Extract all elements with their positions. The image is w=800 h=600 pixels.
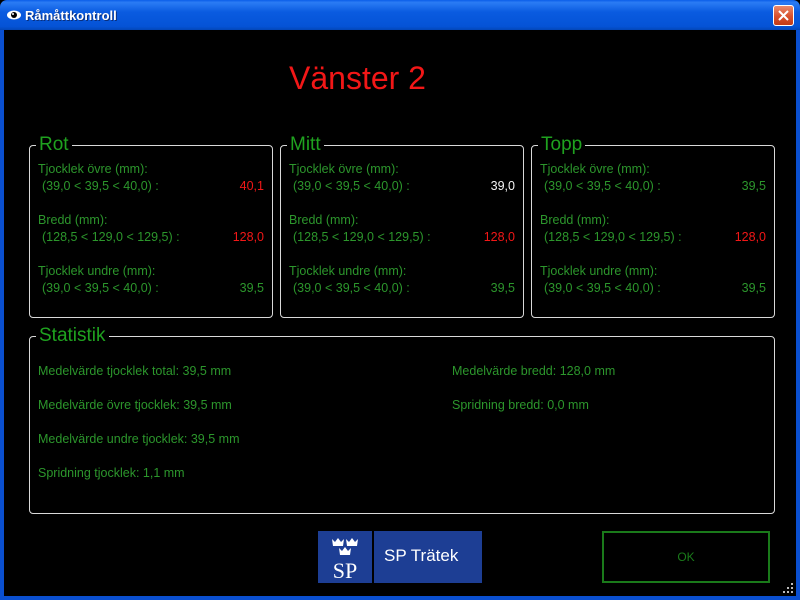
crest-text: SP: [333, 558, 357, 583]
field-value: 39,0: [490, 179, 515, 193]
section-legend: Rot: [36, 135, 72, 155]
window-frame-bottom: [0, 596, 800, 600]
field-value: 128,0: [483, 230, 515, 244]
close-icon: [778, 10, 789, 21]
field-label: Bredd (mm):: [289, 213, 359, 227]
field-label: Bredd (mm):: [540, 213, 610, 227]
client-area: Vänster 2 Rot Tjocklek övre (mm): (39,0 …: [4, 30, 796, 596]
field-value: 39,5: [741, 179, 766, 193]
section-rot: Rot Tjocklek övre (mm): (39,0 < 39,5 < 4…: [29, 135, 273, 318]
field-label: Tjocklek övre (mm):: [289, 162, 399, 176]
field-range: (39,0 < 39,5 < 40,0) :: [293, 179, 410, 193]
stat-mean-thickness-total: Medelvärde tjocklek total: 39,5 mm: [38, 364, 232, 378]
stat-mean-upper-thickness: Medelvärde övre tjocklek: 39,5 mm: [38, 398, 232, 412]
close-button[interactable]: [773, 5, 794, 26]
field-label: Tjocklek övre (mm):: [540, 162, 650, 176]
ok-button[interactable]: OK: [602, 531, 770, 583]
section-legend: Statistik: [36, 326, 109, 346]
field-value: 39,5: [239, 281, 264, 295]
field-label: Tjocklek undre (mm):: [540, 264, 658, 278]
logo-name: SP Trätek: [384, 546, 459, 565]
field-label: Tjocklek övre (mm):: [38, 162, 148, 176]
field-range: (128,5 < 129,0 < 129,5) :: [42, 230, 180, 244]
stat-spread-thickness: Spridning tjocklek: 1,1 mm: [38, 466, 185, 480]
field-label: Tjocklek undre (mm):: [38, 264, 156, 278]
field-value: 39,5: [490, 281, 515, 295]
field-value: 39,5: [741, 281, 766, 295]
field-value: 40,1: [239, 179, 264, 193]
sp-tratek-logo: SP SP Trätek: [318, 531, 482, 583]
field-range: (39,0 < 39,5 < 40,0) :: [42, 281, 159, 295]
page-title: Vänster 2: [289, 60, 426, 96]
field-label: Tjocklek undre (mm):: [289, 264, 407, 278]
logo-divider: [372, 531, 374, 583]
field-value: 128,0: [232, 230, 264, 244]
resize-grip-icon[interactable]: [782, 582, 794, 594]
field-label: Bredd (mm):: [38, 213, 108, 227]
field-range: (39,0 < 39,5 < 40,0) :: [293, 281, 410, 295]
crown-icon: SP: [332, 538, 358, 583]
stat-mean-width: Medelvärde bredd: 128,0 mm: [452, 364, 616, 378]
field-value: 128,0: [734, 230, 766, 244]
section-mitt: Mitt Tjocklek övre (mm): (39,0 < 39,5 < …: [280, 135, 524, 318]
field-range: (39,0 < 39,5 < 40,0) :: [544, 281, 661, 295]
section-legend: Topp: [538, 135, 586, 155]
window-title: Råmåttkontroll: [25, 8, 117, 23]
eye-icon[interactable]: [6, 8, 22, 22]
section-legend: Mitt: [287, 135, 324, 155]
stat-spread-width: Spridning bredd: 0,0 mm: [452, 398, 589, 412]
section-topp: Topp Tjocklek övre (mm): (39,0 < 39,5 < …: [531, 135, 775, 318]
field-range: (39,0 < 39,5 < 40,0) :: [544, 179, 661, 193]
field-range: (128,5 < 129,0 < 129,5) :: [544, 230, 682, 244]
field-range: (39,0 < 39,5 < 40,0) :: [42, 179, 159, 193]
window-frame-right: [796, 30, 800, 600]
field-range: (128,5 < 129,0 < 129,5) :: [293, 230, 431, 244]
section-statistik: Statistik Medelvärde tjocklek total: 39,…: [29, 326, 775, 514]
stat-mean-lower-thickness: Medelvärde undre tjocklek: 39,5 mm: [38, 432, 240, 446]
title-bar: Råmåttkontroll: [0, 0, 800, 30]
